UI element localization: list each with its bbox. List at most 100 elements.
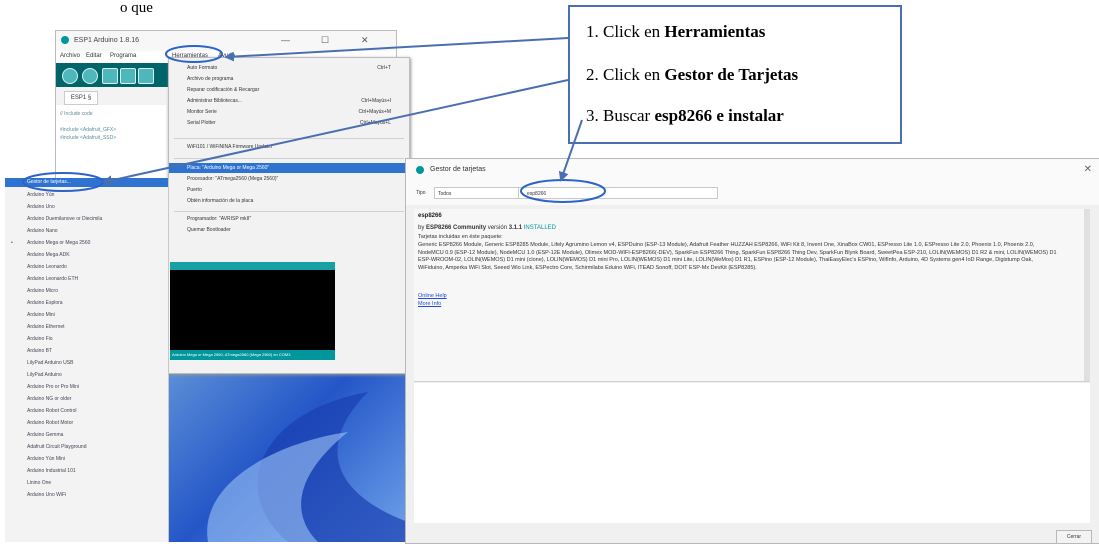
menu-item-serial-monitor[interactable]: Monitor Serie <box>187 109 217 115</box>
board-item[interactable]: Arduino Industrial 101 <box>27 468 76 474</box>
desktop-wallpaper <box>168 372 408 542</box>
board-item[interactable]: Arduino Mini <box>27 312 55 318</box>
step-2-target: Gestor de Tarjetas <box>664 65 799 84</box>
menu-divider <box>174 138 404 139</box>
board-manager-title-bar: Gestor de tarjetas ✕ <box>406 159 1099 182</box>
more-info-link[interactable]: More Info <box>418 301 441 307</box>
minimize-icon[interactable]: — <box>281 35 290 45</box>
board-item[interactable]: Arduino Leonardo <box>27 264 67 270</box>
board-item[interactable]: Arduino Uno <box>27 204 55 210</box>
menu-programa[interactable]: Programa <box>110 53 136 59</box>
save-button[interactable] <box>138 68 154 84</box>
figure-caption: o que <box>120 0 153 16</box>
board-item[interactable]: Arduino Yún Mini <box>27 456 65 462</box>
arduino-logo-icon <box>61 36 69 44</box>
board-item[interactable]: Arduino Yún <box>27 192 54 198</box>
board-item[interactable]: Arduino Gemma <box>27 432 63 438</box>
board-manager-menu-item[interactable]: Gestor de tarjetas... <box>27 179 71 185</box>
menu-shortcut: Ctrl+Mayús+M <box>358 109 391 115</box>
upload-button[interactable] <box>82 68 98 84</box>
board-item[interactable]: Arduino Esplora <box>27 300 63 306</box>
menu-archivo[interactable]: Archivo <box>60 53 80 59</box>
step-1-prefix: 1. Click en <box>586 22 661 41</box>
board-manager-filter-bar: Tipo Todos esp8266 <box>406 181 1099 205</box>
step-3-prefix: 3. Buscar <box>586 106 651 125</box>
board-item[interactable]: Arduino Ethernet <box>27 324 65 330</box>
arduino-logo-icon <box>416 166 424 174</box>
menu-item-manage-libraries[interactable]: Administrar Bibliotecas... <box>187 98 242 104</box>
board-item[interactable]: Arduino BT <box>27 348 52 354</box>
board-item[interactable]: Linino One <box>27 480 51 486</box>
board-item[interactable]: Arduino Micro <box>27 288 58 294</box>
new-button[interactable] <box>102 68 118 84</box>
board-item[interactable]: Arduino Pro or Pro Mini <box>27 384 79 390</box>
type-select[interactable]: Todos <box>434 187 524 199</box>
close-icon[interactable]: ✕ <box>361 35 369 46</box>
package-list-empty-area <box>414 383 1090 523</box>
board-item[interactable]: Arduino Duemilanove or Diecimila <box>27 216 102 222</box>
package-author: ESP8266 Community <box>426 225 487 231</box>
included-boards-list: Generic ESP8266 Module, Generic ESP8285 … <box>418 242 1057 271</box>
step-2-prefix: 2. Click en <box>586 65 661 84</box>
menu-item-archive-sketch[interactable]: Archivo de programa <box>187 76 233 82</box>
ide-window-title: ESP1 Arduino 1.8.16 <box>74 37 139 44</box>
menu-item-processor[interactable]: Procesador: "ATmega2560 (Mega 2560)" <box>187 176 278 182</box>
menu-shortcut: Ctrl+Mayús+L <box>359 120 391 126</box>
instruction-step-1: 1. Click en Herramientas <box>586 22 765 42</box>
menu-divider <box>174 211 404 212</box>
board-item[interactable]: Arduino Leonardo ETH <box>27 276 78 282</box>
instruction-step-2: 2. Click en Gestor de Tarjetas <box>586 65 798 85</box>
board-item[interactable]: Arduino Nano <box>27 228 58 234</box>
menu-item-auto-format[interactable]: Auto Formato <box>187 65 217 71</box>
installed-badge: INSTALLED <box>523 225 556 231</box>
menu-item-programmer[interactable]: Programador: "AVRISP mkII" <box>187 216 251 222</box>
close-icon[interactable]: ✕ <box>1084 164 1092 175</box>
board-item[interactable]: Arduino NG or older <box>27 396 71 402</box>
code-line: #include <Adafruit_SSD> <box>60 135 117 141</box>
board-item[interactable]: Adafruit Circuit Playground <box>27 444 86 450</box>
board-manager-title: Gestor de tarjetas <box>430 166 486 173</box>
menu-item-board[interactable]: Placa: "Arduino Mega or Mega 2560" <box>187 165 269 171</box>
menu-item-board-info[interactable]: Obtén información de la placa <box>187 198 253 204</box>
sketch-tab[interactable]: ESP1 § <box>64 91 98 105</box>
board-item[interactable]: Arduino Uno WiFi <box>27 492 66 498</box>
menu-editar[interactable]: Editar <box>86 53 102 59</box>
package-name: esp8266 <box>418 213 442 219</box>
search-input[interactable]: esp8266 <box>518 187 718 199</box>
board-item[interactable]: LilyPad Arduino <box>27 372 62 378</box>
board-item[interactable]: Arduino Fio <box>27 336 53 342</box>
package-author-line: by ESP8266 Community versión 3.1.1 INSTA… <box>418 225 556 231</box>
board-item[interactable]: LilyPad Arduino USB <box>27 360 73 366</box>
menu-item-serial-plotter[interactable]: Serial Plotter <box>187 120 216 126</box>
board-item[interactable]: Arduino Mega ADK <box>27 252 70 258</box>
by-prefix: by <box>418 225 425 231</box>
online-help-link[interactable]: Online Help <box>418 293 447 299</box>
boards-submenu: Gestor de tarjetas... Arduino Yún Arduin… <box>5 178 169 542</box>
board-item[interactable]: Arduino Robot Control <box>27 408 76 414</box>
scrollbar[interactable] <box>1084 209 1090 381</box>
menu-shortcut: Ctrl+Mayús+I <box>361 98 391 104</box>
package-version: 3.1.1 <box>508 225 523 231</box>
board-item[interactable]: Arduino Mega or Mega 2560 <box>27 240 90 246</box>
menu-item-firmware-updater[interactable]: WiFi101 / WiFiNINA Firmware Updater <box>187 144 273 150</box>
verify-button[interactable] <box>62 68 78 84</box>
ide-footer-board-info: Arduino Mega or Mega 2560, ATmega2560 (M… <box>170 350 335 360</box>
board-item[interactable]: Arduino Robot Motor <box>27 420 73 426</box>
code-line: #include <Adafruit_GFX> <box>60 127 117 133</box>
step-3-target: esp8266 e instalar <box>654 106 784 125</box>
menu-item-burn-bootloader[interactable]: Quemar Bootloader <box>187 227 231 233</box>
instruction-step-3: 3. Buscar esp8266 e instalar <box>586 106 784 126</box>
menu-item-port[interactable]: Puerto <box>187 187 202 193</box>
menu-item-fix-encoding[interactable]: Reparar codificación & Recargar <box>187 87 259 93</box>
ide-status-bar <box>170 262 335 270</box>
selected-board-bullet-icon: • <box>11 240 13 246</box>
code-line: // Include code <box>60 111 93 117</box>
wallpaper-bloom-graphic <box>207 392 408 542</box>
open-button[interactable] <box>120 68 136 84</box>
package-list-item[interactable]: esp8266 by ESP8266 Community versión 3.1… <box>414 209 1090 382</box>
menu-shortcut: Ctrl+T <box>377 65 391 71</box>
menu-divider <box>174 158 404 159</box>
ide-console <box>170 270 335 360</box>
maximize-icon[interactable]: ☐ <box>321 35 329 46</box>
type-label: Tipo <box>416 190 426 196</box>
